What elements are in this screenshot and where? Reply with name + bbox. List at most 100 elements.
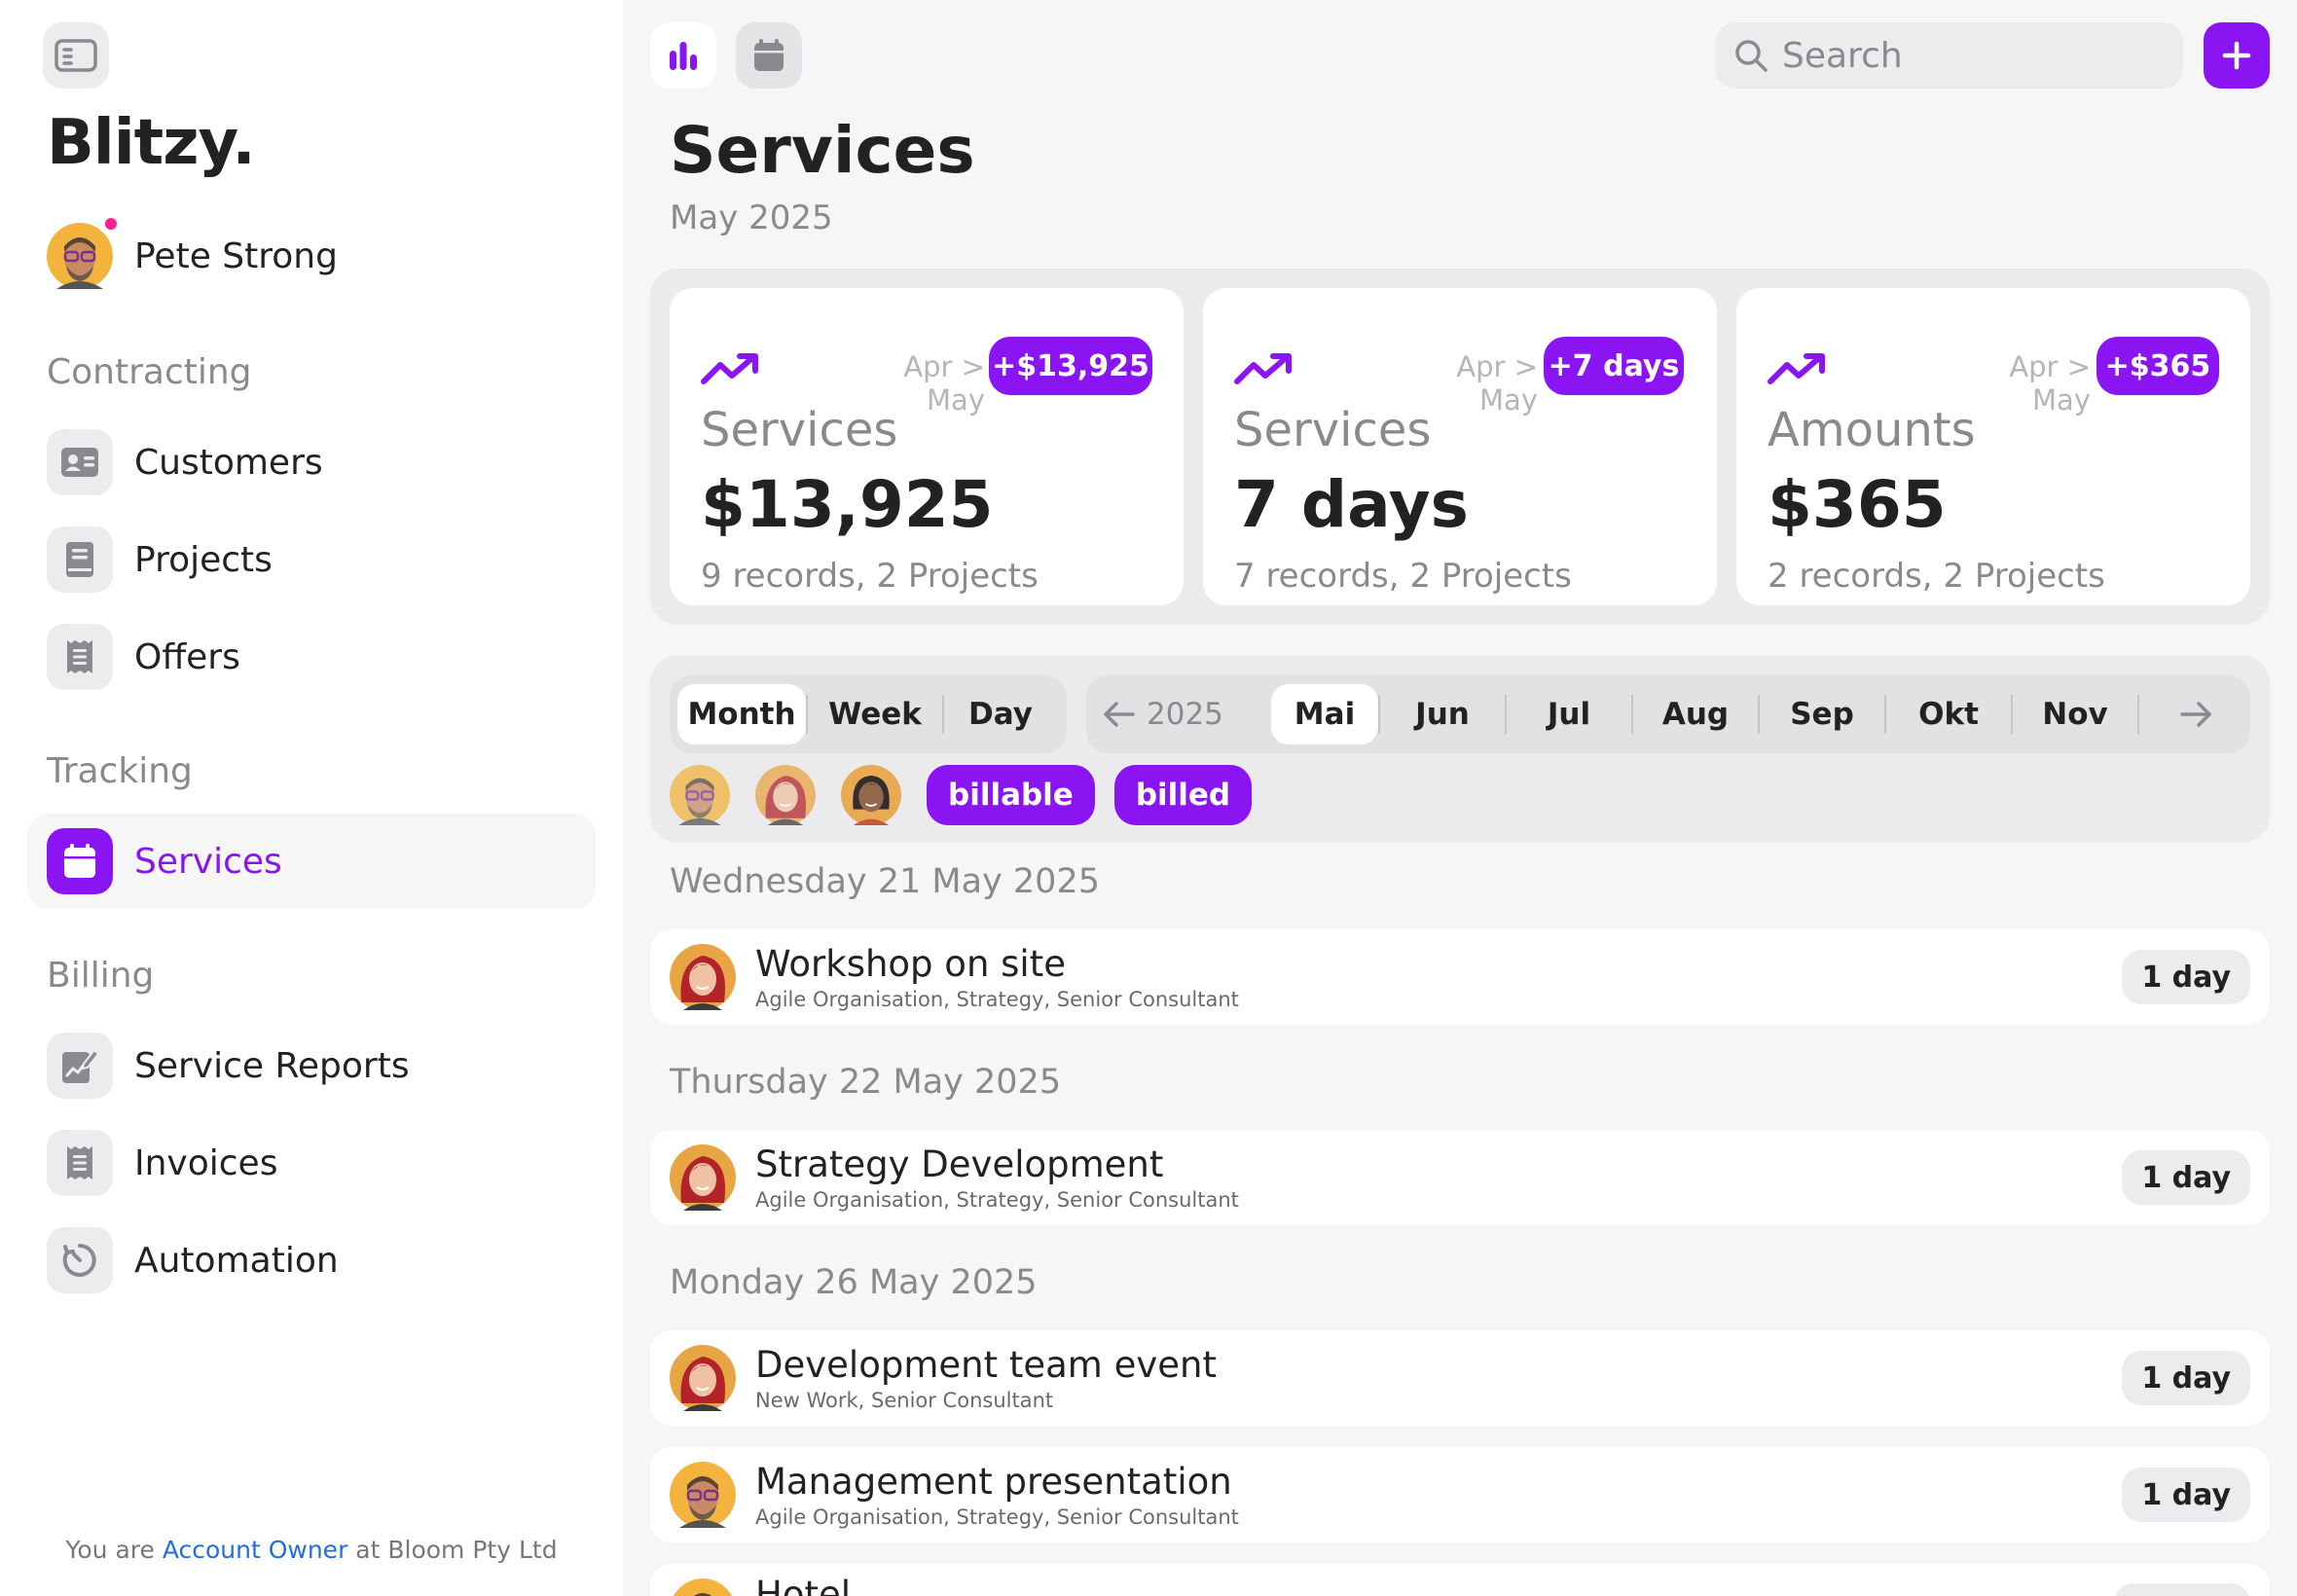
stat-card-amounts[interactable]: Apr > May +$365 Amounts $365 2 records, … <box>1736 288 2250 605</box>
avatar <box>47 223 113 289</box>
granularity-month[interactable]: Month <box>677 684 806 744</box>
calendar-icon <box>754 39 784 71</box>
avatar <box>670 1345 736 1411</box>
month-mai[interactable]: Mai <box>1271 684 1378 744</box>
search-input[interactable]: Search <box>1782 36 1903 76</box>
receipt-icon <box>47 624 113 690</box>
edit-chart-icon <box>47 1033 113 1099</box>
granularity-day[interactable]: Day <box>944 684 1057 744</box>
day-heading: Thursday 22 May 2025 <box>670 1063 1062 1102</box>
filter-chips: billable billed <box>670 765 1271 825</box>
month-jun[interactable]: Jun <box>1380 684 1505 744</box>
trend-up-icon <box>1234 352 1293 387</box>
brand-logo: Blitzy. <box>47 107 256 179</box>
book-icon <box>47 526 113 593</box>
day-heading: Wednesday 21 May 2025 <box>670 862 1100 901</box>
stat-value: $13,925 <box>701 467 994 542</box>
stat-label: Amounts <box>1768 403 1976 457</box>
stat-meta: 9 records, 2 Projects <box>701 557 1039 596</box>
month-aug[interactable]: Aug <box>1633 684 1758 744</box>
day-heading: Monday 26 May 2025 <box>670 1263 1038 1302</box>
account-role-note: You are Account Owner at Bloom Pty Ltd <box>0 1536 623 1564</box>
plus-icon <box>2222 41 2251 70</box>
id-card-icon <box>47 429 113 495</box>
entry-title: Workshop on site <box>755 943 1066 985</box>
footer-prefix: You are <box>65 1536 155 1564</box>
sidebar-toggle-button[interactable] <box>43 22 109 89</box>
entry-title: Development team event <box>755 1344 1217 1386</box>
avatar <box>670 1578 736 1596</box>
entry-title: Strategy Development <box>755 1143 1164 1185</box>
stat-card-services-days[interactable]: Apr > May +7 days Services 7 days 7 reco… <box>1203 288 1717 605</box>
sidebar-item-label: Offers <box>134 636 240 677</box>
tag-billed[interactable]: billed <box>1113 765 1253 825</box>
list-item[interactable]: Hotel <box>650 1564 2270 1596</box>
section-title-contracting: Contracting <box>47 352 252 392</box>
person-filter-avatar[interactable] <box>755 765 816 825</box>
add-button[interactable] <box>2204 22 2270 89</box>
sidebar-item-label: Invoices <box>134 1143 278 1183</box>
list-item[interactable]: Workshop on site Agile Organisation, Str… <box>650 929 2270 1025</box>
page-subtitle: May 2025 <box>670 199 833 237</box>
entry-subtitle: Agile Organisation, Strategy, Senior Con… <box>755 1505 1239 1529</box>
receipt-icon <box>47 1130 113 1196</box>
stat-card-services-amount[interactable]: Apr > May +$13,925 Services $13,925 9 re… <box>670 288 1184 605</box>
sidebar-item-services[interactable]: Services <box>27 814 596 909</box>
entry-subtitle: New Work, Senior Consultant <box>755 1389 1054 1412</box>
entry-subtitle: Agile Organisation, Strategy, Senior Con… <box>755 1188 1239 1212</box>
person-filter-avatar[interactable] <box>670 765 730 825</box>
stats-panel: Apr > May +$13,925 Services $13,925 9 re… <box>650 269 2270 625</box>
sidebar-item-label: Service Reports <box>134 1045 410 1086</box>
sidebar-item-label: Automation <box>134 1240 339 1281</box>
entry-subtitle: Agile Organisation, Strategy, Senior Con… <box>755 988 1239 1011</box>
trend-up-icon <box>701 352 759 387</box>
month-okt[interactable]: Okt <box>1886 684 2011 744</box>
stat-value: 7 days <box>1234 467 1469 542</box>
avatar <box>670 1144 736 1211</box>
year-label: 2025 <box>1147 697 1223 732</box>
footer-suffix: at Bloom Pty Ltd <box>355 1536 558 1564</box>
arrow-left-icon[interactable] <box>1102 700 1137 729</box>
sidebar-item-offers[interactable]: Offers <box>27 609 596 705</box>
filter-panel: Month Week Day 2025 Mai Jun Jul Aug Sep <box>650 656 2270 843</box>
tag-billable[interactable]: billable <box>927 765 1095 825</box>
stat-label: Services <box>1234 403 1432 457</box>
stat-value: $365 <box>1768 467 1947 542</box>
list-item[interactable]: Development team event New Work, Senior … <box>650 1330 2270 1426</box>
duration-badge: 1 day <box>2122 950 2250 1004</box>
month-jul[interactable]: Jul <box>1507 684 1631 744</box>
duration-badge <box>2114 1583 2250 1596</box>
person-filter-avatar[interactable] <box>841 765 901 825</box>
sidebar-item-label: Services <box>134 841 282 882</box>
month-nov[interactable]: Nov <box>2013 684 2137 744</box>
trend-up-icon <box>1768 352 1826 387</box>
view-calendar-button[interactable] <box>736 22 802 89</box>
search-field[interactable]: Search <box>1716 22 2183 89</box>
month-picker: 2025 Mai Jun Jul Aug Sep Okt Nov <box>1086 675 2250 753</box>
view-chart-button[interactable] <box>650 22 716 89</box>
stat-meta: 2 records, 2 Projects <box>1768 557 2105 596</box>
stat-delta-badge: +$13,925 <box>989 337 1152 395</box>
chart-icon <box>670 42 697 70</box>
account-role-link[interactable]: Account Owner <box>163 1536 348 1564</box>
stat-meta: 7 records, 2 Projects <box>1234 557 1572 596</box>
user-profile[interactable]: Pete Strong <box>47 216 338 290</box>
notification-dot <box>103 216 119 232</box>
month-sep[interactable]: Sep <box>1760 684 1884 744</box>
search-icon <box>1735 40 1768 72</box>
sidebar-item-invoices[interactable]: Invoices <box>27 1115 596 1211</box>
stat-delta-badge: +7 days <box>1544 337 1684 395</box>
entry-title: Management presentation <box>755 1461 1232 1503</box>
list-item[interactable]: Management presentation Agile Organisati… <box>650 1447 2270 1542</box>
sidebar-item-service-reports[interactable]: Service Reports <box>27 1018 596 1113</box>
list-item[interactable]: Strategy Development Agile Organisation,… <box>650 1130 2270 1225</box>
arrow-right-icon[interactable] <box>2178 700 2213 729</box>
sidebar-item-customers[interactable]: Customers <box>27 415 596 510</box>
granularity-switch: Month Week Day <box>670 675 1067 753</box>
sidebar-item-label: Projects <box>134 539 273 580</box>
avatar <box>670 944 736 1010</box>
sidebar-item-automation[interactable]: Automation <box>27 1213 596 1308</box>
sidebar-item-projects[interactable]: Projects <box>27 512 596 607</box>
granularity-week[interactable]: Week <box>808 684 942 744</box>
duration-badge: 1 day <box>2122 1468 2250 1522</box>
